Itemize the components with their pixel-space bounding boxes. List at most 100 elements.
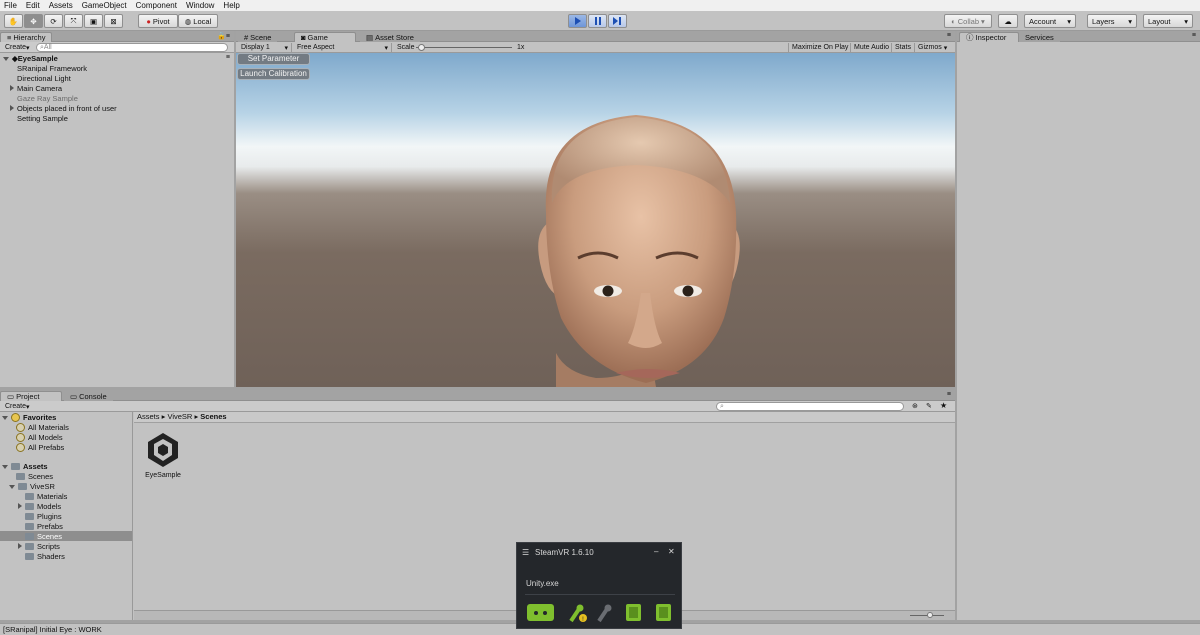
mute-audio-toggle[interactable]: Mute Audio [850,43,892,52]
close-icon[interactable]: ✕ [668,547,675,556]
menu-file[interactable]: File [4,1,17,10]
local-button[interactable]: ◍ Local [178,14,218,28]
assets-header[interactable]: Assets [2,462,48,471]
breadcrumb-assets[interactable]: Assets [137,412,160,421]
menu-help[interactable]: Help [223,1,239,10]
controller-icon[interactable] [595,603,615,623]
layout-dropdown[interactable]: Layout ▾ [1143,14,1193,28]
scale-slider[interactable] [416,47,512,48]
set-parameter-button[interactable]: Set Parameter [237,53,310,65]
folder-item[interactable]: Plugins [25,512,62,521]
maximize-on-play-toggle[interactable]: Maximize On Play [788,43,851,52]
steamvr-menu-icon[interactable]: ☰ [522,548,529,557]
game-view[interactable]: Set Parameter Launch Calibration [236,53,955,387]
tab-scene[interactable]: # Scene [238,32,278,42]
favorites-header[interactable]: Favorites [2,413,56,422]
project-tree: Favorites All Materials All Models All P… [0,412,133,620]
pause-button[interactable] [588,14,607,28]
favorite-item[interactable]: All Materials [16,423,69,432]
scale-tool-button[interactable]: ⤧ [64,14,83,28]
folder-item[interactable]: Scenes [16,472,53,481]
pane-menu-icon[interactable]: ≡ [947,391,951,398]
hierarchy-item[interactable]: Directional Light [17,74,71,83]
headset-icon[interactable] [527,604,554,621]
chevron-down-icon: ▾ [384,44,388,52]
pane-menu-icon[interactable]: 🔒≡ [217,32,230,40]
folder-item[interactable]: Prefabs [25,522,63,531]
menu-component[interactable]: Component [136,1,177,10]
tracker-icon-1[interactable] [626,604,641,621]
move-tool-button[interactable]: ✥ [24,14,43,28]
project-search-input[interactable]: ⌕ [716,402,904,411]
pivot-button[interactable]: ● Pivot [138,14,178,28]
tab-console[interactable]: ▭ Console [64,391,113,401]
hierarchy-item[interactable]: Objects placed in front of user [10,104,117,113]
menu-window[interactable]: Window [186,1,214,10]
minimize-icon[interactable]: – [654,547,658,556]
transform-tool-button[interactable]: ⊠ [104,14,123,28]
gizmos-dropdown[interactable]: Gizmos ▾ [914,43,950,52]
menu-gameobject[interactable]: GameObject [82,1,127,10]
rect-tool-button[interactable]: ▣ [84,14,103,28]
asset-item-eyesample[interactable]: EyeSample [140,430,186,482]
tab-project[interactable]: ▭ Project [0,391,62,401]
account-dropdown[interactable]: Account ▾ [1024,14,1076,28]
project-create-button[interactable]: Create ▾ [2,402,33,411]
menu-edit[interactable]: Edit [26,1,40,10]
tab-inspector[interactable]: ⓘ Inspector [959,32,1019,42]
tab-asset-store[interactable]: ▤ Asset Store [360,32,420,42]
folder-item-label: Prefabs [37,522,63,531]
scene-menu-icon[interactable]: ≡ [226,54,230,61]
favorite-item[interactable]: All Prefabs [16,443,64,452]
breadcrumb-vivesr[interactable]: ViveSR [167,412,192,421]
step-button[interactable] [608,14,627,28]
favorite-item[interactable]: All Models [16,433,63,442]
cloud-button[interactable]: ☁ [998,14,1018,28]
collab-dropdown[interactable]: ◐ Collab ▾ [944,14,992,28]
folder-item[interactable]: Scripts [18,542,60,551]
hierarchy-panel: ≡ Hierarchy 🔒≡ Create ▾ ⌕All ◆EyeSample ≡ … [0,31,234,387]
filter-type-icon[interactable]: ⊛ [912,402,918,410]
tab-hierarchy[interactable]: ≡ Hierarchy [0,32,53,42]
character-head-image [538,115,740,387]
folder-item[interactable]: Models [18,502,61,511]
folder-icon [18,483,27,490]
base-station-icon[interactable]: ! [567,603,587,623]
hierarchy-item[interactable]: Main Camera [10,84,62,93]
breadcrumb-scenes[interactable]: Scenes [200,412,226,421]
hand-tool-button[interactable]: ✋ [4,14,23,28]
stats-toggle[interactable]: Stats [891,43,914,52]
tab-game[interactable]: ◙ Game [294,32,356,42]
menu-assets[interactable]: Assets [49,1,73,10]
folder-item[interactable]: Shaders [25,552,65,561]
hierarchy-create-button[interactable]: Create ▾ [2,43,33,52]
pane-menu-icon[interactable]: ≡ [947,32,951,39]
search-icon: ⌕ [720,403,724,410]
console-icon: ▭ [70,391,78,401]
launch-calibration-button[interactable]: Launch Calibration [237,68,310,80]
tracker-icon-2[interactable] [656,604,671,621]
project-subbar: Create ▾ ⌕ ⊛ ✎ ★ [0,401,955,412]
folder-icon [25,543,34,550]
rotate-tool-button[interactable]: ⟳ [44,14,63,28]
favorite-star-icon[interactable]: ★ [940,401,947,410]
aspect-dropdown[interactable]: Free Aspect ▾ [294,43,392,52]
pane-menu-icon[interactable]: ≡ [1192,32,1196,39]
icon-size-slider-handle[interactable] [927,612,933,618]
scale-slider-handle[interactable] [418,44,425,51]
tab-services[interactable]: Services [1019,32,1060,42]
hierarchy-item[interactable]: Gaze Ray Sample [17,94,78,103]
folder-item[interactable]: ViveSR [9,482,55,491]
layers-dropdown[interactable]: Layers ▾ [1087,14,1137,28]
search-filter-icon [16,433,25,442]
folder-item[interactable]: Materials [25,492,67,501]
folder-item-selected[interactable]: Scenes [25,532,62,541]
scene-root[interactable]: ◆EyeSample [3,54,58,63]
hierarchy-item[interactable]: SRanipal Framework [17,64,87,73]
display-dropdown[interactable]: Display 1 ▾ [238,43,292,52]
filter-label-icon[interactable]: ✎ [926,402,932,410]
hierarchy-search-input[interactable]: ⌕All [36,43,228,52]
hierarchy-item[interactable]: Setting Sample [17,114,68,123]
play-button[interactable] [568,14,587,28]
scale-label: Scale [397,44,415,51]
